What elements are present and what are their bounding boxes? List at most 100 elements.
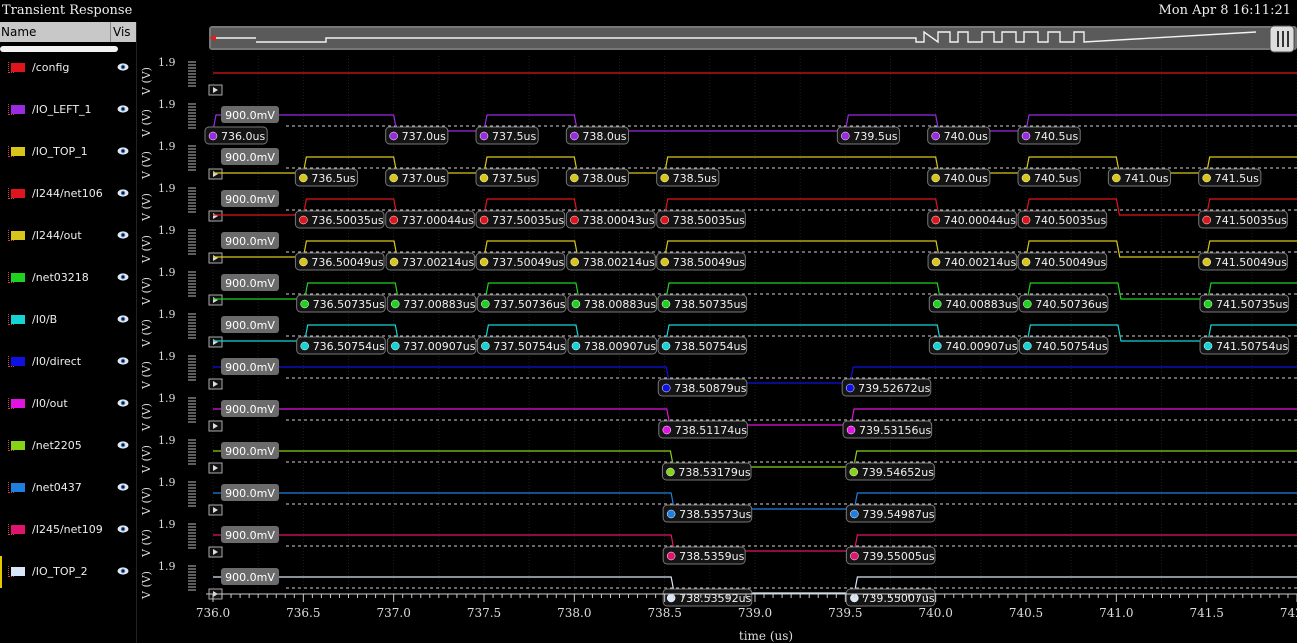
time-marker-dot[interactable] [299,173,308,183]
signal-color-swatch[interactable] [11,189,25,198]
time-marker-dot[interactable] [479,215,489,225]
time-marker-dot[interactable] [850,551,859,561]
time-marker-dot[interactable] [570,173,579,183]
signal-row[interactable]: /I0/B [0,300,136,340]
time-marker-dot[interactable] [1021,173,1031,183]
visibility-eye-icon[interactable] [117,440,129,450]
time-marker-dot[interactable] [661,299,671,309]
signal-color-swatch[interactable] [11,105,25,114]
signal-color-swatch[interactable] [11,567,25,576]
visibility-eye-icon[interactable] [117,188,129,198]
time-marker-dot[interactable] [931,173,940,183]
signal-color-swatch[interactable] [11,273,25,282]
signal-color-swatch[interactable] [11,231,25,240]
time-marker-dot[interactable] [661,341,671,351]
time-marker-dot[interactable] [850,509,859,519]
waveform-plot[interactable]: V (V) 1.9 V (V) 1.9 900.0mV 736.0us 737.0us 737… [136,22,1297,643]
signal-row[interactable]: /I244/out [0,216,136,256]
signal-color-swatch[interactable] [11,399,25,408]
signal-color-swatch[interactable] [11,525,25,534]
visibility-eye-icon[interactable] [117,356,129,366]
time-marker-dot[interactable] [479,257,489,267]
signal-row[interactable]: /I0/direct [0,342,136,382]
time-marker-dot[interactable] [481,299,490,309]
time-marker-dot[interactable] [1203,341,1213,351]
time-marker-dot[interactable] [1021,215,1031,225]
time-marker-dot[interactable] [208,131,218,141]
signal-row[interactable]: /IO_TOP_2 [0,552,136,592]
signal-row[interactable]: /IO_LEFT_1 [0,90,136,130]
visibility-eye-icon[interactable] [117,272,129,282]
time-marker-dot[interactable] [1202,257,1212,267]
time-marker-dot[interactable] [570,131,579,141]
time-marker-dot[interactable] [300,299,309,309]
visibility-eye-icon[interactable] [117,566,129,576]
time-marker-dot[interactable] [666,509,676,519]
time-marker-dot[interactable] [933,299,942,309]
time-marker-dot[interactable] [299,215,308,225]
time-marker-dot[interactable] [571,341,581,351]
time-marker-dot[interactable] [479,131,489,141]
time-marker-dot[interactable] [479,173,489,183]
time-marker-dot[interactable] [1023,299,1032,309]
time-marker-dot[interactable] [571,299,581,309]
visibility-eye-icon[interactable] [117,314,129,324]
signal-color-swatch[interactable] [11,63,25,72]
visibility-eye-icon[interactable] [117,62,129,72]
time-marker-dot[interactable] [389,173,398,183]
time-marker-dot[interactable] [931,131,940,141]
signal-row[interactable]: /net2205 [0,426,136,466]
time-marker-dot[interactable] [570,215,579,225]
time-marker-dot[interactable] [660,173,669,183]
signal-color-swatch[interactable] [11,147,25,156]
signal-color-swatch[interactable] [11,483,25,492]
time-marker-dot[interactable] [391,299,400,309]
signal-row[interactable]: /config [0,48,136,88]
time-marker-dot[interactable] [931,215,940,225]
visibility-eye-icon[interactable] [117,146,129,156]
signal-row[interactable]: /net03218 [0,258,136,298]
signal-row[interactable]: /I0/out [0,384,136,424]
time-marker-dot[interactable] [570,257,579,267]
time-marker-dot[interactable] [662,425,672,435]
time-marker-dot[interactable] [1021,257,1031,267]
time-marker-dot[interactable] [389,131,398,141]
time-marker-dot[interactable] [1202,173,1211,183]
time-marker-dot[interactable] [845,383,855,393]
time-marker-dot[interactable] [1112,173,1121,183]
waveform-svg[interactable]: V (V) 1.9 V (V) 1.9 900.0mV 736.0us 737.0us 737… [136,22,1297,643]
time-marker-dot[interactable] [1023,341,1032,351]
time-marker-dot[interactable] [389,257,399,267]
signal-row[interactable]: /net0437 [0,468,136,508]
visibility-eye-icon[interactable] [117,482,129,492]
signal-color-swatch[interactable] [11,441,25,450]
signal-color-swatch[interactable] [11,315,25,324]
time-marker-dot[interactable] [1021,131,1031,141]
signal-row[interactable]: /I244/net106 [0,174,136,214]
time-marker-dot[interactable] [841,131,850,141]
time-marker-dot[interactable] [849,467,858,477]
time-marker-dot[interactable] [666,467,675,477]
time-marker-dot[interactable] [1202,215,1211,225]
time-marker-dot[interactable] [662,383,671,393]
column-divider[interactable] [110,22,111,42]
time-marker-dot[interactable] [660,257,670,267]
name-column-header[interactable]: Name [1,25,36,39]
time-marker-dot[interactable] [1203,299,1213,309]
time-marker-dot[interactable] [300,341,309,351]
visibility-eye-icon[interactable] [117,398,129,408]
time-marker-dot[interactable] [389,215,398,225]
time-marker-dot[interactable] [299,257,308,267]
signal-row[interactable]: /IO_TOP_1 [0,132,136,172]
vis-column-header[interactable]: Vis [113,25,131,39]
signal-row[interactable]: /I245/net109 [0,510,136,550]
time-marker-dot[interactable] [933,341,942,351]
visibility-eye-icon[interactable] [117,230,129,240]
time-marker-dot[interactable] [660,215,669,225]
visibility-eye-icon[interactable] [117,524,129,534]
time-marker-dot[interactable] [666,551,676,561]
visibility-eye-icon[interactable] [117,104,129,114]
signal-color-swatch[interactable] [11,357,25,366]
time-marker-dot[interactable] [931,257,941,267]
time-marker-dot[interactable] [481,341,490,351]
